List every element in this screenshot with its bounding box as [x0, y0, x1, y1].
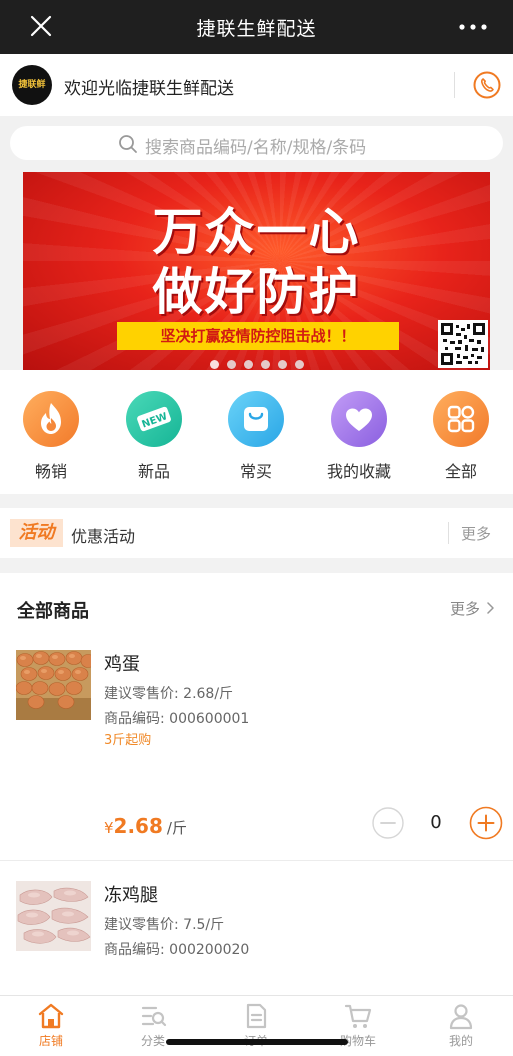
category-label: 常买	[239, 462, 272, 481]
products-more-link[interactable]: 更多	[450, 598, 480, 619]
category-frequent[interactable]: 常买	[216, 391, 296, 482]
pagination-dot[interactable]	[277, 360, 287, 369]
pagination-dot[interactable]	[209, 360, 219, 369]
promo-banner[interactable]: 万众一心 做好防护 坚决打赢疫情防控阻击战！！	[23, 172, 490, 370]
search-area: 搜索商品编码/名称/规格/条码	[0, 116, 513, 170]
title-bar: 捷联生鲜配送	[0, 0, 513, 54]
activity-title: 优惠活动	[71, 527, 136, 546]
home-icon	[38, 1003, 64, 1029]
product-code: 商品编码: 000200020	[104, 942, 250, 958]
product-retail-price: 建议零售价: 7.5/斤	[104, 917, 225, 933]
product-min-purchase: 3斤起购	[104, 733, 152, 748]
product-price: ¥2.68/斤	[104, 814, 187, 838]
banner-pagination	[0, 354, 513, 369]
activity-badge: 活动	[10, 519, 63, 547]
flame-icon	[23, 391, 79, 447]
promotions-row[interactable]: 活动 优惠活动 更多	[0, 508, 513, 558]
heart-icon	[331, 391, 387, 447]
more-dots-icon[interactable]	[459, 24, 487, 30]
app-page: 捷联生鲜配送 捷联鲜 欢迎光临捷联生鲜配送 搜索商品编码/名称/规格/条码 万众…	[0, 0, 513, 1056]
price-unit: /斤	[166, 819, 187, 837]
header-divider	[454, 72, 455, 98]
tab-store[interactable]: 店铺	[16, 1002, 86, 1049]
order-icon	[246, 1003, 267, 1029]
logo-text: 捷联鲜	[18, 80, 46, 90]
category-label: 我的收藏	[326, 462, 391, 481]
section-title: 全部商品	[17, 601, 89, 622]
decrease-quantity-button[interactable]	[372, 807, 404, 839]
pagination-dot[interactable]	[243, 360, 253, 369]
all-products-section: 全部商品 更多 鸡蛋 建议零售价: 2.68/斤 商品编码: 000600001…	[0, 573, 513, 995]
price-currency: ¥	[104, 819, 114, 837]
chevron-right-icon[interactable]	[486, 602, 496, 614]
pagination-dot[interactable]	[226, 360, 236, 369]
tab-profile[interactable]: 我的	[426, 1002, 496, 1049]
cart-icon	[344, 1004, 372, 1028]
search-placeholder: 搜索商品编码/名称/规格/条码	[145, 138, 367, 158]
category-new[interactable]: NEW 新品	[114, 391, 194, 482]
store-header: 捷联鲜 欢迎光临捷联生鲜配送	[0, 54, 513, 116]
category-label: 全部	[444, 462, 477, 481]
price-value: 2.68	[113, 814, 163, 838]
pagination-dot[interactable]	[294, 360, 304, 369]
tab-label: 我的	[448, 1034, 473, 1048]
category-shortcuts: 畅销 NEW 新品 常买 我的收藏 全部	[0, 370, 513, 494]
category-label: 畅销	[34, 462, 67, 481]
category-all[interactable]: 全部	[421, 391, 501, 482]
category-label: 新品	[137, 462, 170, 481]
tab-label: 店铺	[38, 1034, 63, 1048]
banner-slogan: 坚决打赢疫情防控阻击战！！	[117, 322, 399, 350]
product-image	[16, 881, 91, 951]
product-code: 商品编码: 000600001	[104, 711, 250, 727]
category-bestseller[interactable]: 畅销	[11, 391, 91, 482]
home-indicator	[166, 1039, 348, 1045]
store-logo: 捷联鲜	[12, 65, 52, 105]
increase-quantity-button[interactable]	[469, 806, 503, 840]
grid-icon	[433, 391, 489, 447]
product-image	[16, 650, 91, 720]
banner-headline-2: 做好防护	[152, 263, 361, 321]
pagination-dot[interactable]	[260, 360, 270, 369]
quantity-value[interactable]: 0	[424, 812, 448, 833]
activity-divider	[448, 522, 449, 544]
product-name: 冻鸡腿	[104, 885, 158, 906]
bottom-tab-bar: 店铺 分类 订单 购物车	[0, 995, 513, 1056]
category-icon	[141, 1006, 167, 1027]
new-tag-icon: NEW	[126, 391, 182, 447]
activity-more-link[interactable]: 更多	[461, 523, 491, 544]
category-favorites[interactable]: 我的收藏	[319, 391, 399, 482]
product-retail-price: 建议零售价: 2.68/斤	[104, 686, 234, 702]
welcome-text: 欢迎光临捷联生鲜配送	[64, 79, 234, 99]
window-title: 捷联生鲜配送	[196, 18, 317, 40]
phone-icon[interactable]	[473, 71, 501, 99]
user-icon	[449, 1004, 473, 1030]
search-input[interactable]: 搜索商品编码/名称/规格/条码	[10, 126, 503, 160]
product-name: 鸡蛋	[104, 654, 140, 675]
shopping-bag-icon	[228, 391, 284, 447]
item-divider	[0, 860, 513, 861]
search-icon	[119, 135, 137, 153]
